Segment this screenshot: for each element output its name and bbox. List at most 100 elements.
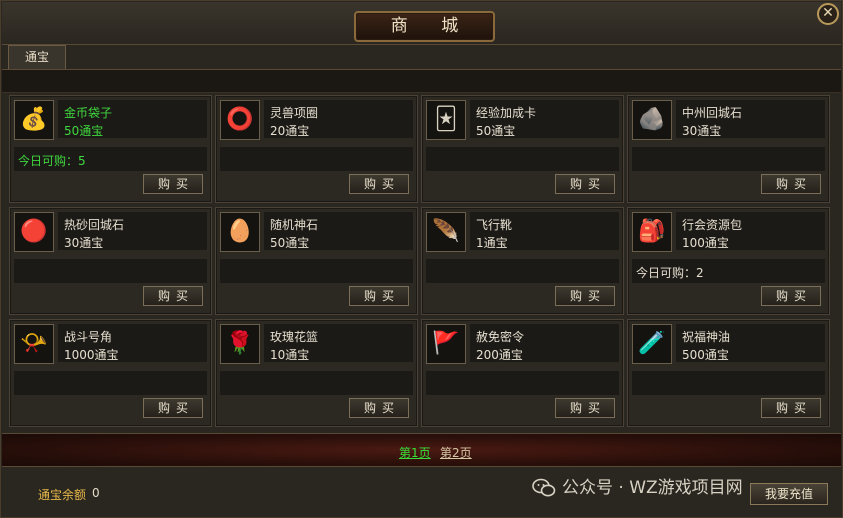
item-card: 🚩 赦免密令 200通宝购买: [421, 319, 624, 427]
item-price: 1通宝: [476, 236, 508, 250]
item-info: 灵兽项圈 20通宝: [264, 100, 413, 138]
buy-button[interactable]: 购买: [555, 174, 615, 194]
buy-button[interactable]: 购买: [349, 286, 409, 306]
rose-basket-icon[interactable]: 🌹: [220, 324, 260, 364]
item-name: 经验加成卡: [476, 106, 537, 120]
purchase-limit-row: [220, 259, 413, 283]
item-card: 🥚 随机神石 50通宝购买: [215, 207, 418, 315]
item-price: 100通宝: [682, 236, 729, 250]
return-stone-icon[interactable]: 🪨: [632, 100, 672, 140]
item-name: 随机神石: [270, 218, 319, 232]
item-card: 🪨 中州回城石 30通宝购买: [627, 95, 830, 203]
item-price: 30通宝: [682, 124, 722, 138]
item-card: 🪶 飞行靴 1通宝购买: [421, 207, 624, 315]
random-stone-icon[interactable]: 🥚: [220, 212, 260, 252]
purchase-limit-row: [14, 371, 207, 395]
wechat-icon: [532, 478, 556, 497]
item-card: 🔴 热砂回城石 30通宝购买: [9, 207, 212, 315]
recharge-button[interactable]: 我要充值: [750, 483, 828, 505]
item-name: 中州回城石: [682, 106, 743, 120]
buy-button[interactable]: 购买: [761, 174, 821, 194]
item-card: 📯 战斗号角 1000通宝购买: [9, 319, 212, 427]
item-price: 50通宝: [64, 124, 104, 138]
buy-button[interactable]: 购买: [349, 174, 409, 194]
footer: 通宝余额 0 公众号 · WZ游戏项目网 我要充值: [2, 467, 841, 517]
buy-button[interactable]: 购买: [349, 398, 409, 418]
purchase-limit-row: 今日可购：2: [632, 259, 825, 283]
balance-label: 通宝余额: [38, 488, 87, 502]
item-card: 🌹 玫瑰花篮 10通宝购买: [215, 319, 418, 427]
watermark-text: 公众号 · WZ游戏项目网: [562, 478, 743, 498]
item-price: 1000通宝: [64, 348, 119, 362]
window-title: 商 城: [354, 11, 495, 42]
pardon-order-icon[interactable]: 🚩: [426, 324, 466, 364]
item-price: 10通宝: [270, 348, 310, 362]
item-info: 玫瑰花篮 10通宝: [264, 324, 413, 362]
item-grid: 💰 金币袋子 50通宝 今日可购：5 购买 ⭕ 灵兽项圈 20通宝 购买 🃏 经验加成卡 50通宝 购买…: [9, 95, 833, 429]
tab-tongbao[interactable]: 通宝: [8, 45, 66, 69]
battle-horn-icon[interactable]: 📯: [14, 324, 54, 364]
shop-window: 商 城 ✕ 通宝 💰 金币袋子 50通宝 今日可购：5 购买 ⭕ 灵兽项圈 20通宝 购买 🃏 经验…: [0, 0, 843, 518]
item-info: 祝福神油 500通宝: [676, 324, 825, 362]
buy-button[interactable]: 购买: [761, 398, 821, 418]
item-card: 🧪 祝福神油 500通宝购买: [627, 319, 830, 427]
item-info: 飞行靴 1通宝: [470, 212, 619, 250]
purchase-limit-row: [632, 371, 825, 395]
tab-strip: 通宝: [2, 45, 841, 70]
page-1-link[interactable]: 第1页: [399, 444, 431, 461]
item-name: 灵兽项圈: [270, 106, 319, 120]
purchase-limit-row: [14, 259, 207, 283]
item-card: ⭕ 灵兽项圈 20通宝购买: [215, 95, 418, 203]
buy-button[interactable]: 购买: [555, 398, 615, 418]
purchase-limit-row: [632, 147, 825, 171]
page-2-link[interactable]: 第2页: [440, 444, 472, 461]
close-button[interactable]: ✕: [817, 3, 839, 25]
guild-resource-pack-icon[interactable]: 🎒: [632, 212, 672, 252]
buy-button[interactable]: 购买: [143, 286, 203, 306]
item-price: 200通宝: [476, 348, 523, 362]
purchase-limit: 今日可购：2: [636, 266, 704, 280]
item-name: 战斗号角: [64, 330, 113, 344]
item-name: 热砂回城石: [64, 218, 125, 232]
item-info: 随机神石 50通宝: [264, 212, 413, 250]
buy-button[interactable]: 购买: [555, 286, 615, 306]
item-info: 中州回城石 30通宝: [676, 100, 825, 138]
item-price: 50通宝: [476, 124, 516, 138]
item-name: 金币袋子: [64, 106, 113, 120]
purchase-limit-row: 今日可购：5: [14, 147, 207, 171]
purchase-limit-row: [220, 147, 413, 171]
gold-coin-bag-icon[interactable]: 💰: [14, 100, 54, 140]
item-name: 赦免密令: [476, 330, 525, 344]
purchase-limit-row: [426, 259, 619, 283]
item-info: 热砂回城石 30通宝: [58, 212, 207, 250]
watermark: 公众号 · WZ游戏项目网: [532, 473, 743, 498]
item-info: 金币袋子 50通宝: [58, 100, 207, 138]
flying-boots-icon[interactable]: 🪶: [426, 212, 466, 252]
item-price: 500通宝: [682, 348, 729, 362]
item-name: 祝福神油: [682, 330, 731, 344]
purchase-limit-row: [220, 371, 413, 395]
item-name: 玫瑰花篮: [270, 330, 319, 344]
item-card: 🃏 经验加成卡 50通宝购买: [421, 95, 624, 203]
item-info: 战斗号角 1000通宝: [58, 324, 207, 362]
buy-button[interactable]: 购买: [761, 286, 821, 306]
item-info: 行会资源包 100通宝: [676, 212, 825, 250]
item-price: 50通宝: [270, 236, 310, 250]
title-bar: 商 城: [2, 2, 841, 45]
pagination: 第1页 第2页: [2, 433, 841, 467]
pet-collar-icon[interactable]: ⭕: [220, 100, 260, 140]
item-name: 行会资源包: [682, 218, 743, 232]
blessing-oil-icon[interactable]: 🧪: [632, 324, 672, 364]
buy-button[interactable]: 购买: [143, 174, 203, 194]
red-return-stone-icon[interactable]: 🔴: [14, 212, 54, 252]
tab-content-header: [2, 70, 841, 93]
item-price: 30通宝: [64, 236, 104, 250]
item-name: 飞行靴: [476, 218, 513, 232]
item-card: 🎒 行会资源包 100通宝今日可购：2 购买: [627, 207, 830, 315]
purchase-limit-row: [426, 147, 619, 171]
purchase-limit: 今日可购：5: [18, 154, 86, 168]
item-price: 20通宝: [270, 124, 310, 138]
exp-bonus-card-icon[interactable]: 🃏: [426, 100, 466, 140]
item-info: 经验加成卡 50通宝: [470, 100, 619, 138]
buy-button[interactable]: 购买: [143, 398, 203, 418]
